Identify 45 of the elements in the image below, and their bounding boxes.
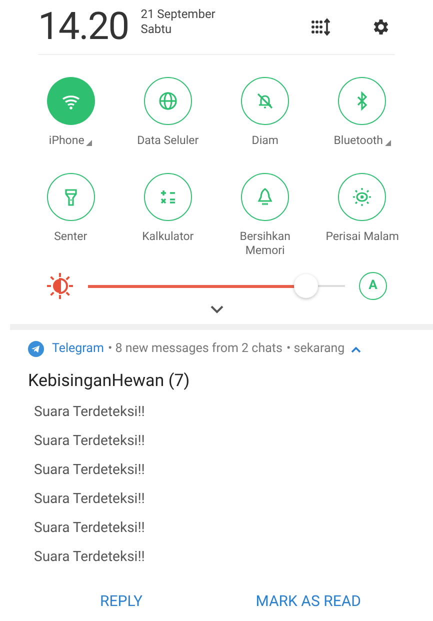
notification-action-button[interactable]: REPLY — [98, 586, 145, 617]
collapse-caret-icon[interactable] — [350, 346, 361, 353]
eye-icon — [352, 187, 372, 207]
brightness-icon — [46, 272, 74, 300]
toggle-label: Perisai Malam — [324, 229, 400, 243]
rocket-icon — [255, 187, 276, 207]
message-text: Suara Terdeteksi!! — [34, 403, 146, 422]
quick-toggle-button[interactable] — [144, 173, 192, 221]
notification-summary: • 8 new messages from 2 chats — [108, 340, 282, 358]
app-name: Telegram — [52, 340, 104, 358]
paper-plane-icon — [28, 341, 44, 358]
auto-brightness-button[interactable]: A — [359, 272, 387, 300]
settings-icon[interactable] — [371, 17, 391, 37]
slider-thumb[interactable] — [294, 274, 318, 298]
dropdown-triangle-icon[interactable] — [385, 140, 391, 146]
quick-toggle-button[interactable] — [46, 173, 95, 221]
message-text: Suara Terdeteksi!! — [34, 432, 146, 452]
globe-icon — [158, 91, 178, 111]
toggle-label: Bersihkan Memori — [238, 229, 292, 257]
quick-toggle-button[interactable] — [338, 77, 386, 125]
message-text: Suara Terdeteksi!! — [34, 548, 146, 568]
quick-toggle-button[interactable] — [241, 173, 290, 221]
notification-action-button[interactable]: MARK AS READ — [254, 586, 363, 617]
quick-toggle-button[interactable] — [46, 77, 95, 125]
quick-toggle-button[interactable] — [241, 77, 290, 125]
toggle-label: Senter — [53, 229, 88, 243]
conversation-title: KebisinganHewan (7) — [28, 370, 191, 393]
message-text: Suara Terdeteksi!! — [34, 519, 146, 538]
muted-bell-icon — [255, 91, 276, 111]
toggle-label: Diam — [250, 133, 280, 147]
clock-time: 14.20 — [38, 8, 129, 46]
notification-time: • sekarang — [286, 340, 345, 358]
toggle-label: iPhone — [48, 133, 84, 147]
dropdown-triangle-icon[interactable] — [86, 140, 92, 146]
toggle-label: Data Seluler — [136, 133, 200, 147]
toggle-label: Kalkulator — [141, 229, 195, 243]
quick-toggle-button[interactable] — [144, 77, 192, 125]
day-text: Sabtu — [140, 22, 173, 37]
expand-chevron-icon[interactable] — [210, 305, 224, 314]
toggle-label: Bluetooth — [334, 133, 383, 147]
message-text: Suara Terdeteksi!! — [34, 461, 146, 480]
message-text: Suara Terdeteksi!! — [34, 490, 146, 510]
quick-toggle-button[interactable] — [338, 173, 386, 221]
date-text: 21 September — [140, 7, 216, 22]
edit-tiles-icon[interactable] — [311, 18, 333, 36]
